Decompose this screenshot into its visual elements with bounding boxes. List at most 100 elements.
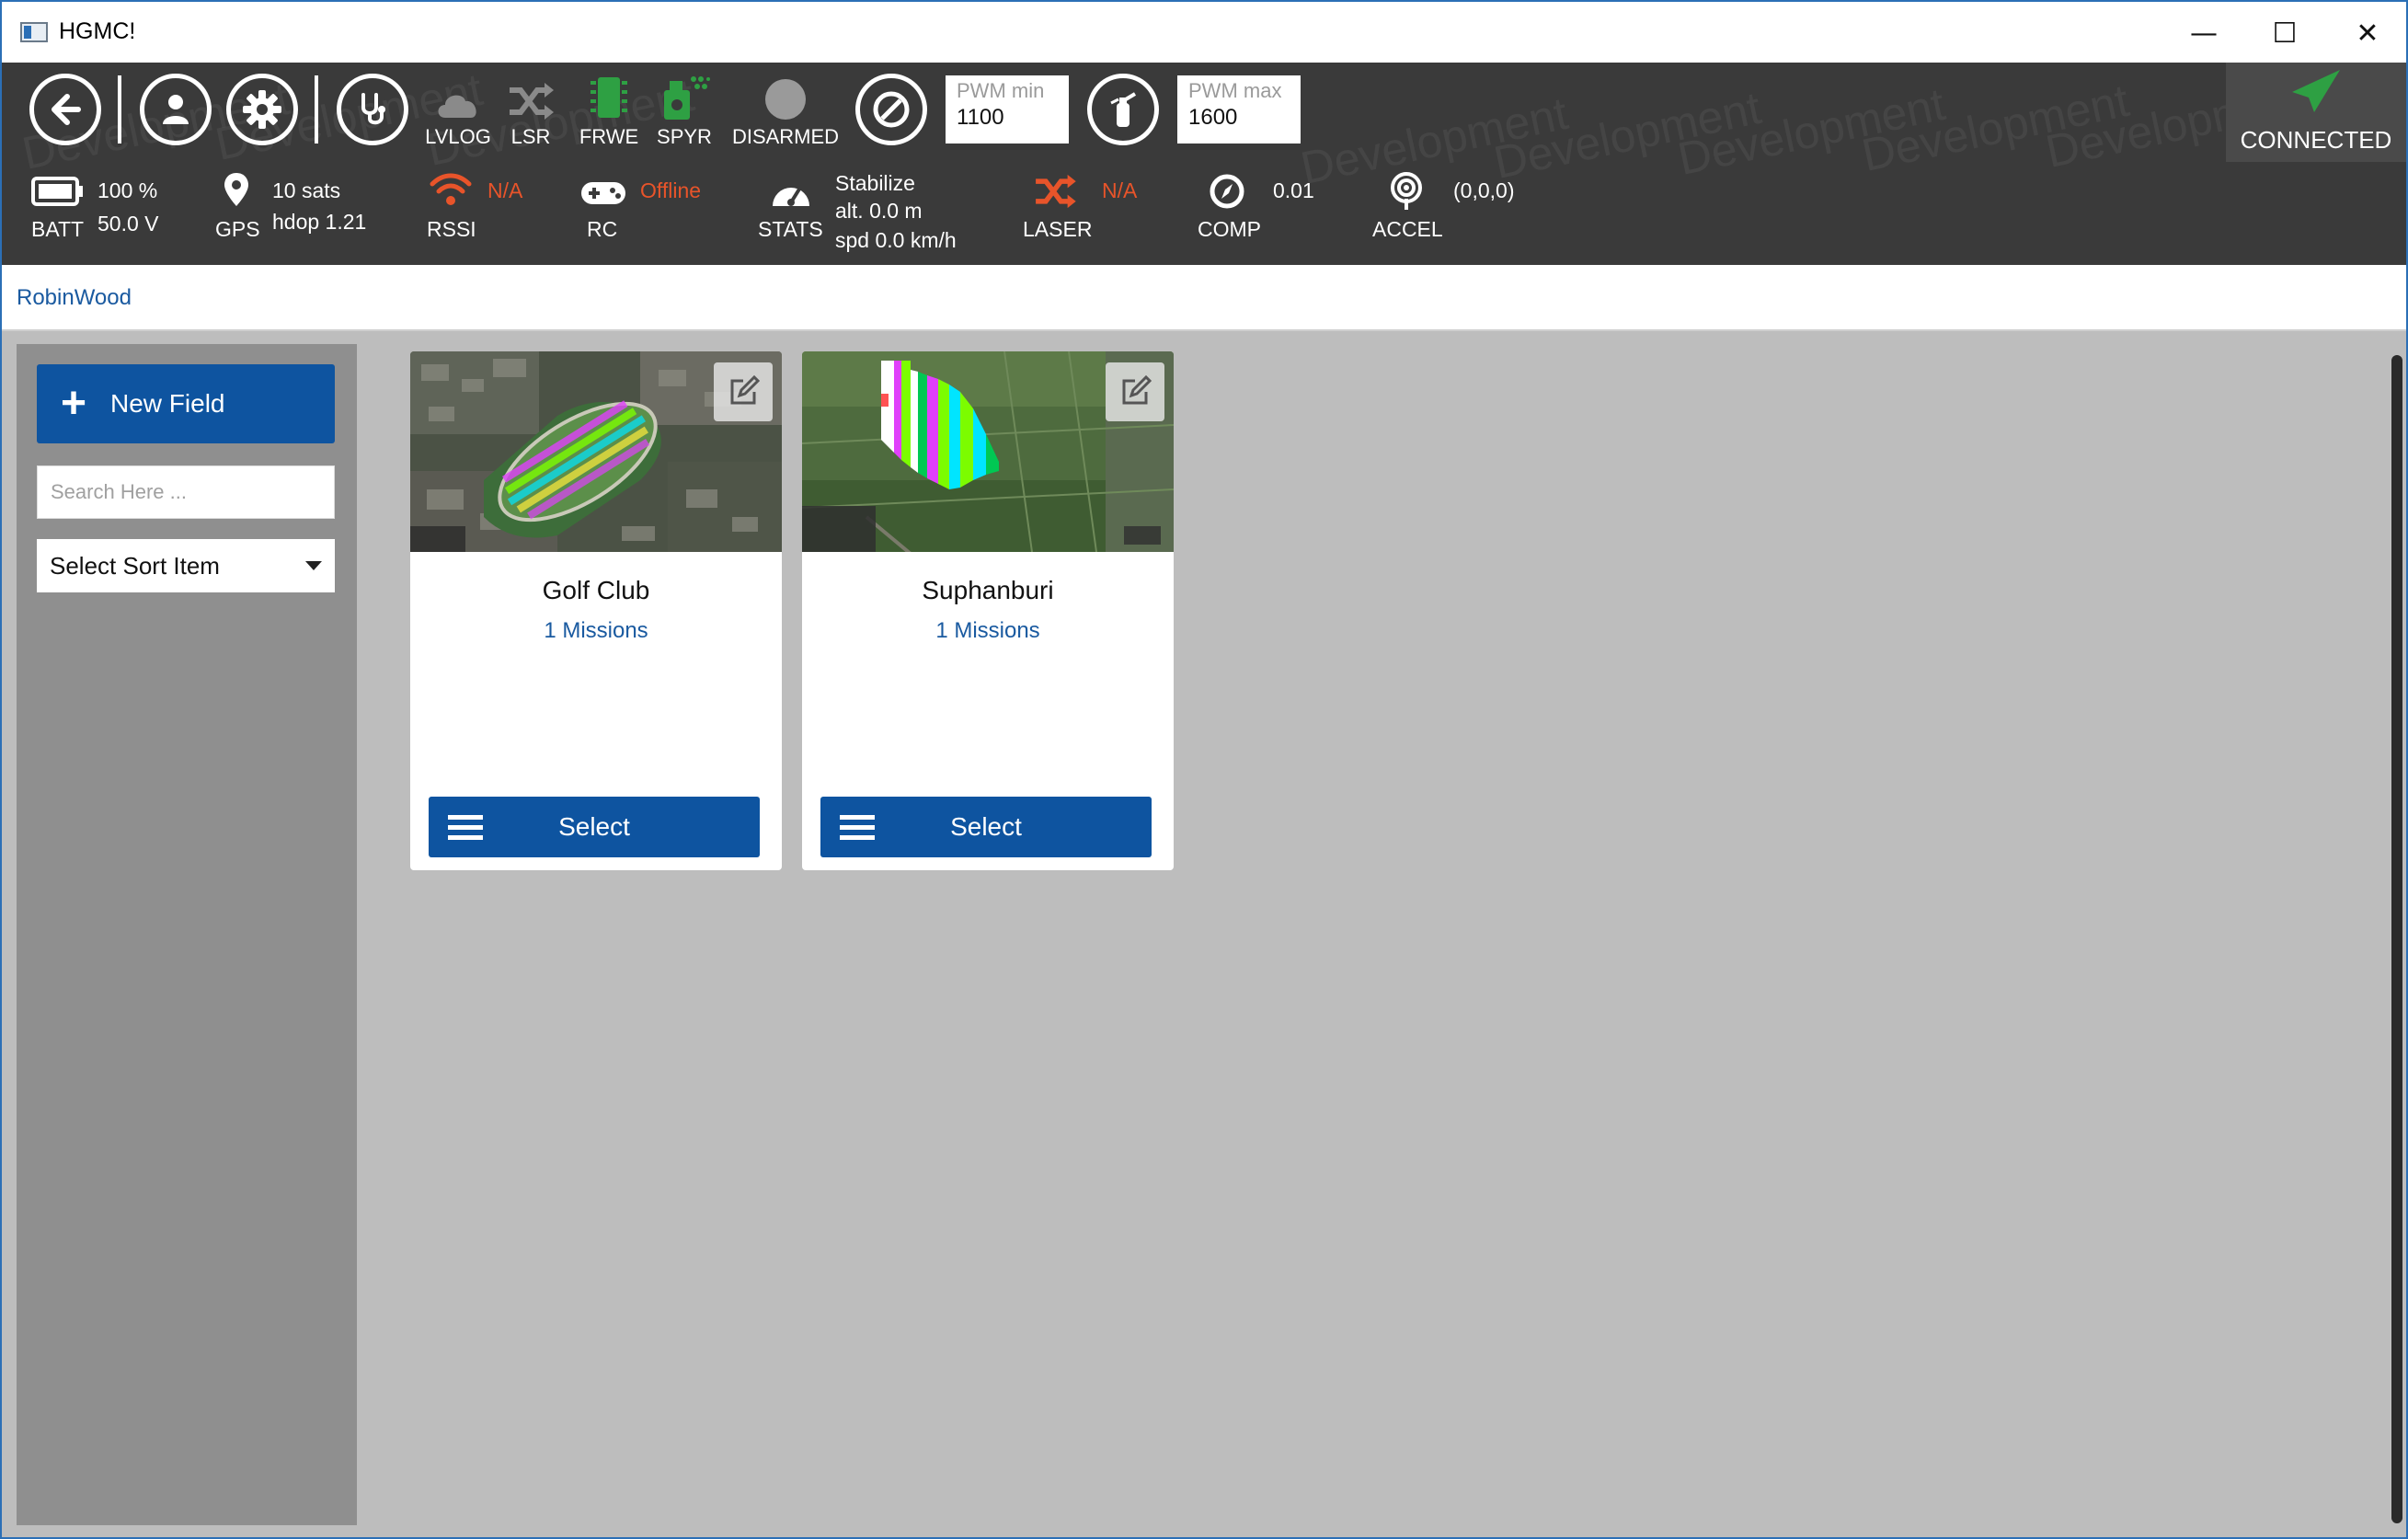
chip-icon: [591, 77, 627, 118]
maximize-button[interactable]: ☐: [2252, 9, 2318, 57]
select-field-button[interactable]: Select: [429, 797, 760, 857]
search-input[interactable]: [37, 465, 335, 519]
window-title: HGMC!: [59, 18, 136, 44]
arm-status-label: DISARMED: [731, 125, 840, 148]
block-icon: [873, 91, 910, 128]
cloud-icon: [438, 95, 476, 118]
battery-icon: [31, 177, 83, 206]
battery-voltage: 50.0 V: [97, 212, 159, 235]
edit-icon: [1122, 375, 1152, 405]
speedometer-icon: [773, 186, 809, 206]
connection-status[interactable]: CONNECTED: [2226, 63, 2406, 162]
select-field-button[interactable]: Select: [820, 797, 1152, 857]
rssi-label: RSSI: [427, 217, 476, 241]
sort-select-label: Select Sort Item: [50, 551, 220, 580]
rc-value: Offline: [640, 178, 702, 202]
diagnostics-button[interactable]: [337, 74, 408, 145]
arrow-left-icon: [52, 94, 81, 125]
gps-sats: 10 sats: [272, 178, 341, 202]
minimize-button[interactable]: —: [2171, 9, 2237, 57]
pwm-max-input[interactable]: PWM max 1600: [1177, 75, 1301, 144]
profile-button[interactable]: [140, 74, 212, 145]
compass-icon: [1210, 174, 1244, 209]
gps-hdop: hdop 1.21: [272, 210, 367, 234]
shuffle-icon: [510, 83, 554, 120]
wifi-icon: [430, 173, 472, 205]
accel-value: (0,0,0): [1453, 178, 1515, 202]
accel-label: ACCEL: [1372, 217, 1443, 241]
battery-percent: 100 %: [97, 178, 158, 202]
pwm-min-input[interactable]: PWM min 1100: [946, 75, 1069, 144]
speed: spd 0.0 km/h: [835, 228, 957, 252]
gamepad-icon: [581, 182, 625, 204]
field-name: Golf Club: [542, 576, 650, 604]
arm-status[interactable]: DISARMED: [728, 70, 843, 149]
edit-field-button[interactable]: [714, 362, 773, 421]
accelerometer-icon: [1391, 172, 1422, 210]
compass-value: 0.01: [1273, 178, 1314, 202]
lvlog-label: LVLOG: [425, 125, 491, 148]
location-pin-icon: [224, 173, 248, 206]
field-missions-link[interactable]: 1 Missions: [802, 618, 1174, 644]
select-label: Select: [950, 812, 1022, 841]
caret-down-icon: [305, 561, 322, 570]
field-card[interactable]: Suphanburi 1 Missions Select: [802, 351, 1174, 870]
field-card[interactable]: Golf Club 1 Missions Select: [410, 351, 782, 870]
frwe-label: FRWE: [579, 125, 639, 148]
field-name: Suphanburi: [922, 576, 1054, 604]
edit-icon: [730, 375, 760, 405]
extinguisher-icon: [1110, 92, 1137, 127]
select-label: Select: [558, 812, 630, 841]
hamburger-menu-icon: [429, 813, 502, 841]
lsr-label: LSR: [510, 125, 551, 148]
spray-button[interactable]: [1087, 74, 1159, 145]
lsr-tool[interactable]: LSR: [502, 70, 559, 149]
toolbar-divider: [315, 75, 318, 144]
toolbar: Development Development Development Deve…: [2, 63, 2406, 265]
main-content: + New Field Select Sort Item: [2, 331, 2406, 1537]
spyr-label: SPYR: [657, 125, 712, 148]
field-thumbnail: [410, 351, 782, 552]
app-window: HGMC! — ☐ ✕ Development Development Deve…: [0, 0, 2408, 1539]
settings-button[interactable]: [226, 74, 298, 145]
new-field-label: New Field: [110, 389, 225, 418]
close-button[interactable]: ✕: [2334, 9, 2401, 57]
gear-icon: [243, 90, 281, 129]
send-icon: [2292, 70, 2340, 112]
gps-label: GPS: [215, 217, 260, 241]
altitude: alt. 0.0 m: [835, 199, 923, 223]
pwm-min-placeholder: PWM min: [957, 79, 1045, 102]
sidebar: + New Field Select Sort Item: [17, 344, 357, 1525]
sprayer-icon: [664, 76, 710, 120]
frwe-tool[interactable]: FRWE: [572, 70, 646, 149]
lvlog-tool[interactable]: LVLOG: [421, 70, 495, 149]
rssi-value: N/A: [487, 178, 523, 202]
stethoscope-icon: [361, 93, 385, 125]
field-missions-link[interactable]: 1 Missions: [410, 618, 782, 644]
plus-icon: +: [60, 379, 87, 428]
toolbar-divider: [118, 75, 121, 144]
edit-field-button[interactable]: [1106, 362, 1164, 421]
pwm-min-value: 1100: [957, 105, 1004, 130]
vertical-scrollbar[interactable]: [2391, 355, 2402, 1523]
new-field-button[interactable]: + New Field: [37, 364, 335, 443]
connection-label: CONNECTED: [2240, 126, 2392, 154]
status-dot-icon: [765, 79, 806, 120]
hamburger-menu-icon: [820, 813, 894, 841]
rc-label: RC: [587, 217, 618, 241]
user-icon: [163, 95, 189, 124]
field-thumbnail: [802, 351, 1174, 552]
stop-button[interactable]: [855, 74, 927, 145]
flight-mode: Stabilize: [835, 171, 915, 195]
laser-value: N/A: [1102, 178, 1138, 202]
sort-select[interactable]: Select Sort Item: [37, 539, 335, 592]
compass-label: COMP: [1198, 217, 1261, 241]
pwm-max-value: 1600: [1188, 105, 1238, 130]
app-icon: [20, 22, 48, 42]
spyr-tool[interactable]: SPYR: [651, 70, 717, 149]
breadcrumb-bar: RobinWood: [2, 265, 2406, 331]
laser-label: LASER: [1023, 217, 1093, 241]
breadcrumb-robinwood[interactable]: RobinWood: [17, 285, 132, 311]
laser-shuffle-icon: [1036, 174, 1076, 209]
back-button[interactable]: [29, 74, 101, 145]
